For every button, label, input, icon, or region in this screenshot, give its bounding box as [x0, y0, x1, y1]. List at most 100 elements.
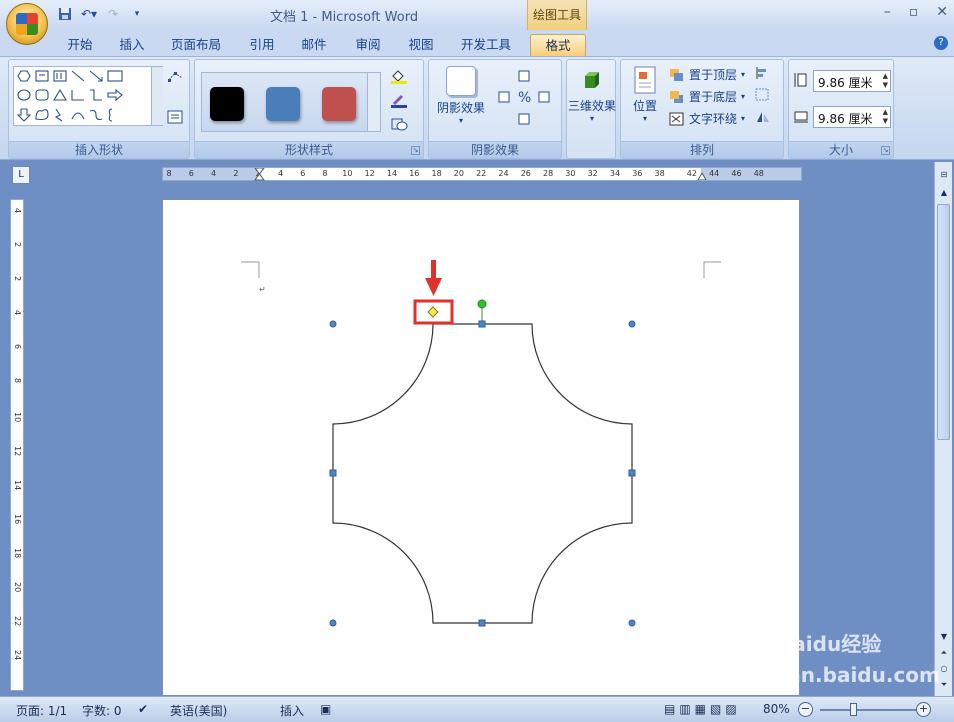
scroll-up-icon[interactable]: ▲	[938, 188, 950, 200]
shape-styles-dialog-launcher[interactable]: ↘	[411, 146, 420, 155]
ruler-tick-label: 4	[13, 310, 22, 316]
zoom-level[interactable]: 80%	[763, 702, 790, 716]
shape-width-input[interactable]: 9.86 厘米 ▲ ▼	[813, 106, 891, 128]
position-button[interactable]: 位置 ▾	[623, 64, 667, 123]
ruler-tick-label: 32	[587, 169, 598, 178]
tab-review[interactable]: 审阅	[350, 34, 386, 56]
text-wrap-button[interactable]: 文字环绕 ▾	[669, 110, 745, 127]
macro-record-icon[interactable]: ▣	[320, 702, 331, 716]
shape-gallery-scroll[interactable]	[151, 67, 163, 125]
document-page[interactable]: ↵	[162, 199, 800, 696]
shadow-nudge-icons[interactable]: %	[495, 68, 559, 132]
vertical-scrollbar[interactable]: ⊟ ▲ ▼ ⏶ ○ ⏷	[934, 162, 952, 696]
zoom-slider-thumb[interactable]	[850, 703, 857, 716]
align-button[interactable]	[755, 66, 771, 80]
height-spinner[interactable]: ▲ ▼	[883, 72, 888, 90]
edit-shape-button[interactable]	[167, 70, 185, 84]
shape-height-input[interactable]: 9.86 厘米 ▲ ▼	[813, 70, 891, 92]
group-label-shape-styles: 形状样式	[195, 141, 423, 158]
tab-mailings[interactable]: 邮件	[296, 34, 332, 56]
page-canvas: ↵	[241, 260, 721, 627]
right-indent-marker-icon[interactable]	[697, 172, 707, 180]
ruler-toggle-icon[interactable]: ⊟	[938, 170, 950, 182]
group-label-arrange: 排列	[621, 141, 783, 158]
undo-icon[interactable]: ↶▾	[80, 5, 98, 23]
shadow-effects-button[interactable]: 阴影效果 ▾	[433, 64, 489, 125]
vertical-ruler[interactable]: 4 2 2 4 6 8 10 12 14 16 18 20 22 24	[10, 199, 24, 691]
group-objects-button[interactable]	[755, 88, 771, 102]
group-size: 9.86 厘米 ▲ ▼ 9.86 厘米 ▲ ▼ 大小 ↘	[788, 59, 894, 159]
tab-selector-button[interactable]: L	[12, 166, 30, 184]
group-3d-effects: 三维效果 ▾	[566, 59, 616, 159]
ruler-tick-label: 4	[277, 169, 284, 178]
shape-height-value: 9.86 厘米	[818, 76, 873, 90]
group-label-insert-shapes: 插入形状	[9, 141, 189, 158]
ruler-tick-label: 22	[13, 616, 22, 627]
tab-insert[interactable]: 插入	[114, 34, 150, 56]
insert-mode-status[interactable]: 插入	[280, 702, 304, 719]
width-spinner[interactable]: ▲ ▼	[883, 108, 888, 126]
shape-gallery[interactable]	[13, 66, 163, 126]
style-gallery-scroll[interactable]	[367, 73, 380, 131]
style-swatch-red[interactable]	[322, 87, 356, 121]
send-to-back-button[interactable]: 置于底层 ▾	[669, 88, 745, 105]
ruler-tick-label: 14	[13, 480, 22, 491]
rotate-button[interactable]	[755, 110, 771, 124]
horizontal-ruler[interactable]: 8 6 4 2 2 4 6 8 10 12 14 16 18 20 22 24 26 28 30 32 34 36 38 42…	[162, 167, 802, 181]
tab-view[interactable]: 视图	[403, 34, 439, 56]
office-button[interactable]	[6, 3, 48, 45]
ruler-tick-label: 28	[543, 169, 554, 178]
bring-to-front-button[interactable]: 置于顶层 ▾	[669, 66, 745, 83]
shape-width-icon	[794, 111, 808, 123]
ruler-tick-label: 42	[686, 169, 697, 178]
shape-outline-button[interactable]	[389, 92, 411, 108]
ruler-tick-label: 4	[13, 208, 22, 214]
group-shadow-effects: 阴影效果 ▾ % 阴影效果	[428, 59, 562, 159]
text-box-button[interactable]	[167, 110, 183, 124]
size-dialog-launcher[interactable]: ↘	[881, 146, 890, 155]
group-shape-styles: 形状样式 ↘	[194, 59, 424, 159]
maximize-icon[interactable]: ▫	[909, 4, 919, 20]
view-buttons[interactable]: ▤▥▦▧▨	[664, 702, 741, 716]
ruler-tick-label: 38	[654, 169, 665, 178]
tab-home[interactable]: 开始	[62, 34, 98, 56]
ruler-tick-label: 4	[211, 169, 217, 178]
edit-points-icon	[168, 72, 183, 82]
tab-page-layout[interactable]: 页面布局	[166, 34, 226, 56]
group-label-shadow-effects: 阴影效果	[429, 141, 561, 158]
proofing-icon[interactable]: ✔	[138, 702, 148, 716]
shape-style-gallery[interactable]	[201, 72, 381, 132]
style-swatch-black[interactable]	[210, 87, 244, 121]
language-status[interactable]: 英语(美国)	[170, 702, 227, 719]
ruler-tick-label: 20	[453, 169, 464, 178]
zoom-out-button[interactable]: −	[798, 702, 813, 717]
help-icon[interactable]: ?	[934, 36, 948, 50]
ruler-tick-label: 26	[520, 169, 531, 178]
ruler-tick-label: 16	[409, 169, 420, 178]
red-arrow-icon	[425, 260, 442, 296]
ruler-tick-label: 2	[13, 242, 22, 248]
ruler-tick-label: 2	[13, 276, 22, 282]
ruler-tick-label: 10	[342, 169, 353, 178]
3d-effects-button[interactable]: 三维效果 ▾	[567, 64, 617, 123]
tab-references[interactable]: 引用	[244, 34, 280, 56]
redo-icon[interactable]: ↷	[104, 5, 122, 23]
customize-qat-icon[interactable]: ▾	[128, 5, 146, 23]
ruler-tick-label: 24	[498, 169, 509, 178]
minimize-icon[interactable]: –	[884, 4, 891, 20]
style-swatch-blue[interactable]	[266, 87, 300, 121]
scrollbar-thumb[interactable]	[937, 204, 950, 440]
paragraph-mark: ↵	[259, 285, 266, 294]
word-count[interactable]: 字数: 0	[82, 702, 122, 719]
page-count[interactable]: 页面: 1/1	[16, 702, 67, 719]
indent-marker-icon[interactable]	[254, 168, 266, 182]
tab-format[interactable]: 格式	[530, 34, 586, 56]
zoom-slider-track[interactable]	[820, 709, 916, 711]
save-icon[interactable]	[56, 5, 74, 23]
zoom-in-button[interactable]: +	[916, 702, 931, 717]
change-shape-button[interactable]	[389, 116, 411, 132]
close-icon[interactable]: ✕	[936, 4, 948, 20]
shape-fill-button[interactable]	[389, 68, 411, 84]
send-to-back-label: 置于底层	[689, 90, 738, 104]
tab-developer[interactable]: 开发工具	[456, 34, 516, 56]
